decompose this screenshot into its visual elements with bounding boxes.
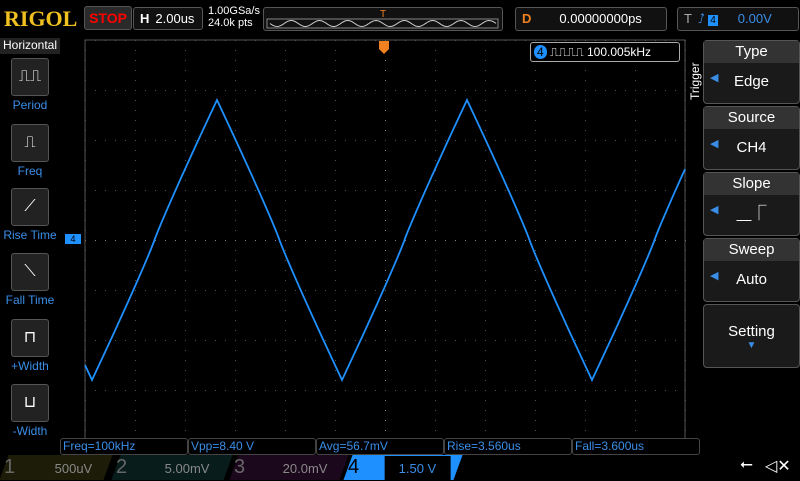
chevron-down-icon: ▼ <box>746 340 757 351</box>
channel-scale: 500uV <box>54 461 93 476</box>
menu-trigger-setting[interactable]: Setting ▼ <box>703 304 800 368</box>
measurement-rise: Rise=3.560us <box>444 438 572 455</box>
menu-fall-time[interactable]: ⟍ Fall Time <box>0 253 60 307</box>
memory-depth: 24.0k pts <box>208 17 253 29</box>
mute-icon[interactable]: ◁✕ <box>765 456 791 476</box>
plus-width-icon: ⊓ <box>11 319 49 357</box>
usb-icon: ⭠ <box>740 456 753 473</box>
trigger-position-marker <box>379 41 389 54</box>
waveform-display[interactable]: 4 <box>60 38 700 438</box>
counter-channel: 4 <box>534 45 547 59</box>
menu-plus-width[interactable]: ⊓ +Width <box>0 319 60 373</box>
channel-scale: 1.50 V <box>384 456 451 481</box>
menu-label: Period <box>12 98 48 112</box>
acquisition-info: 1.00GSa/s 24.0k pts <box>208 5 260 29</box>
channel-2-status[interactable]: 2 5.00mV <box>111 455 233 480</box>
menu-title: Slope <box>704 173 799 195</box>
menu-rise-time[interactable]: ⟋ Rise Time <box>0 188 60 242</box>
measurement-fall: Fall=3.600us <box>572 438 700 455</box>
freq-icon: ⎍ <box>11 124 49 162</box>
channel-number: 2 <box>116 456 128 478</box>
menu-freq[interactable]: ⎍ Freq <box>0 124 60 178</box>
svg-text:T: T <box>380 9 386 20</box>
trigger-source: 4 <box>708 15 718 26</box>
channel-scale: 5.00mV <box>164 461 210 476</box>
channel-marker-label: 4 <box>70 234 75 244</box>
fall-time-icon: ⟍ <box>11 253 49 291</box>
menu-title: Sweep <box>704 239 799 261</box>
channel-number: 1 <box>4 456 16 478</box>
minus-width-icon: ⊔ <box>11 384 49 422</box>
channel-number: 4 <box>348 456 360 478</box>
rise-time-icon: ⟋ <box>11 188 49 226</box>
menu-label: +Width <box>11 359 49 373</box>
delay-value: 0.00000000ps <box>559 11 642 26</box>
channel-1-status[interactable]: 1 500uV <box>0 455 113 480</box>
memory-overview[interactable]: T <box>263 7 503 31</box>
menu-label: Rise Time <box>3 228 57 242</box>
trigger-status[interactable]: T ⭜ 4 0.00V <box>677 7 799 31</box>
measurement-avg: Avg=56.7mV <box>316 438 444 455</box>
timebase-value: 2.00us <box>155 11 195 26</box>
square-wave-icon: ⎍⎍⎍⎍ <box>550 45 584 59</box>
channel-4-status[interactable]: 4 1.50 V <box>343 455 463 481</box>
timebase-display[interactable]: H 2.00us <box>133 7 203 30</box>
menu-label: Freq <box>17 164 43 178</box>
channel-scale: 20.0mV <box>282 461 328 476</box>
frequency-counter: 4 ⎍⎍⎍⎍ 100.005kHz <box>530 42 680 62</box>
channel-number: 3 <box>234 456 246 478</box>
menu-trigger-slope[interactable]: Slope ◀ ⎽⎾ <box>703 172 800 236</box>
rigol-logo: RIGOL <box>4 6 78 31</box>
menu-label: -Width <box>12 424 48 438</box>
delay-label: D <box>522 11 532 26</box>
sample-rate: 1.00GSa/s <box>208 5 260 17</box>
rising-edge-icon: ⭜ <box>697 11 705 26</box>
run-stop-status[interactable]: STOP <box>84 6 132 30</box>
menu-title: Type <box>704 41 799 63</box>
measurement-freq: Freq=100kHz <box>60 438 188 455</box>
measurement-vpp: Vpp=8.40 V <box>188 438 316 455</box>
menu-label: Fall Time <box>5 293 55 307</box>
menu-label: Setting <box>728 323 775 340</box>
graticule <box>84 39 686 438</box>
menu-trigger-source[interactable]: Source ◀ CH4 <box>703 106 800 170</box>
trigger-label: T <box>684 11 692 26</box>
h-label: H <box>140 11 150 26</box>
menu-trigger-type[interactable]: Type ◀ Edge <box>703 40 800 104</box>
trigger-level: 0.00V <box>737 11 772 26</box>
menu-minus-width[interactable]: ⊔ -Width <box>0 384 60 438</box>
horizontal-menu: Horizontal ⎍⎍ Period ⎍ Freq ⟋ Rise Time ⟍ Fa… <box>0 38 60 438</box>
trigger-menu-title: Trigger <box>688 62 702 100</box>
period-icon: ⎍⎍ <box>11 58 49 96</box>
menu-trigger-sweep[interactable]: Sweep ◀ Auto <box>703 238 800 302</box>
counter-value: 100.005kHz <box>586 45 652 59</box>
menu-title: Source <box>704 107 799 129</box>
menu-period[interactable]: ⎍⎍ Period <box>0 58 60 112</box>
channel-3-status[interactable]: 3 20.0mV <box>229 455 349 480</box>
menu-title: Horizontal <box>0 38 60 54</box>
delay-display[interactable]: D 0.00000000ps <box>515 7 667 31</box>
